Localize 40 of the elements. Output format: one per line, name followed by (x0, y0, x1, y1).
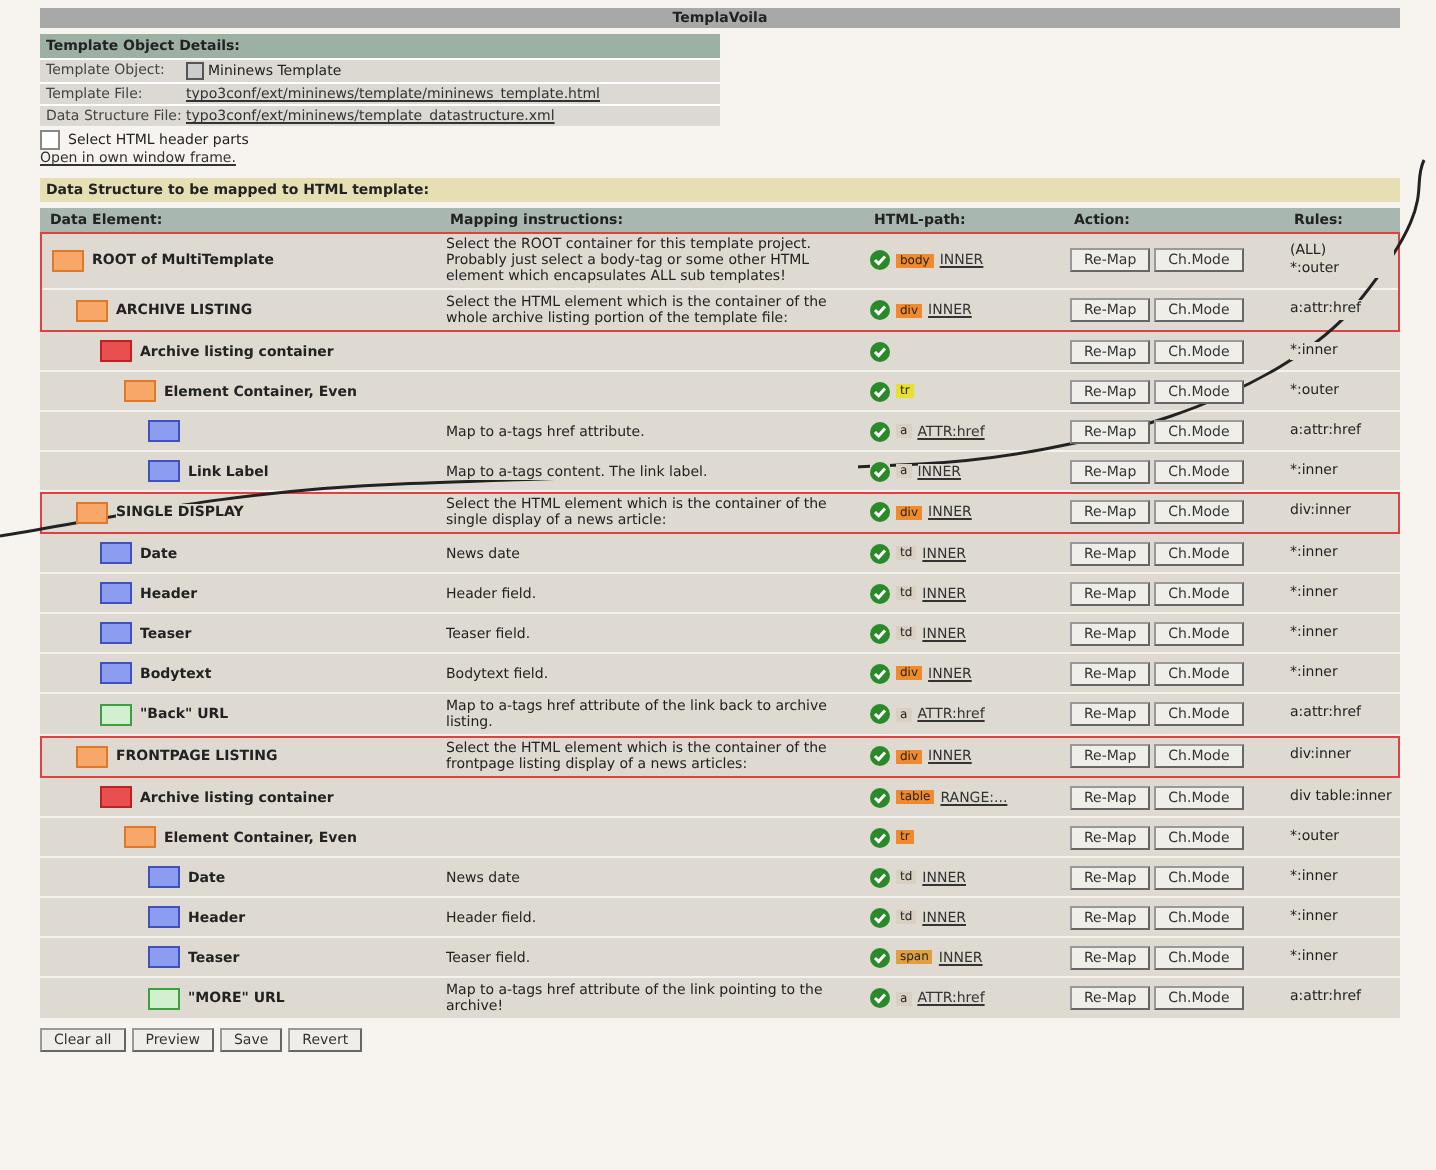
check-icon (870, 341, 890, 361)
check-icon (870, 746, 890, 766)
check-icon (870, 988, 890, 1008)
element-icon (100, 662, 132, 684)
element-icon (148, 987, 180, 1009)
check-icon (870, 461, 890, 481)
element-icon (100, 542, 132, 564)
check-icon (870, 827, 890, 847)
check-icon (870, 421, 890, 441)
check-icon (870, 502, 890, 522)
check-icon (870, 543, 890, 563)
checkbox[interactable] (40, 130, 60, 150)
element-icon (100, 703, 132, 725)
check-icon (870, 704, 890, 724)
element-icon (76, 299, 108, 321)
element-icon (100, 340, 132, 362)
template-icon (186, 62, 204, 80)
element-icon (100, 582, 132, 604)
element-icon (100, 786, 132, 808)
element-icon (124, 826, 156, 848)
element-icon (148, 420, 180, 442)
check-icon (870, 623, 890, 643)
element-icon (148, 946, 180, 968)
element-icon (148, 460, 180, 482)
check-icon (870, 663, 890, 683)
check-icon (870, 787, 890, 807)
element-icon (148, 866, 180, 888)
element-icon (52, 249, 84, 271)
check-icon (870, 250, 890, 270)
check-icon (870, 381, 890, 401)
check-icon (870, 300, 890, 320)
check-icon (870, 867, 890, 887)
element-icon (100, 622, 132, 644)
element-icon (76, 745, 108, 767)
element-icon (124, 380, 156, 402)
element-icon (76, 501, 108, 523)
element-icon (148, 906, 180, 928)
check-icon (870, 947, 890, 967)
check-icon (870, 907, 890, 927)
check-icon (870, 583, 890, 603)
